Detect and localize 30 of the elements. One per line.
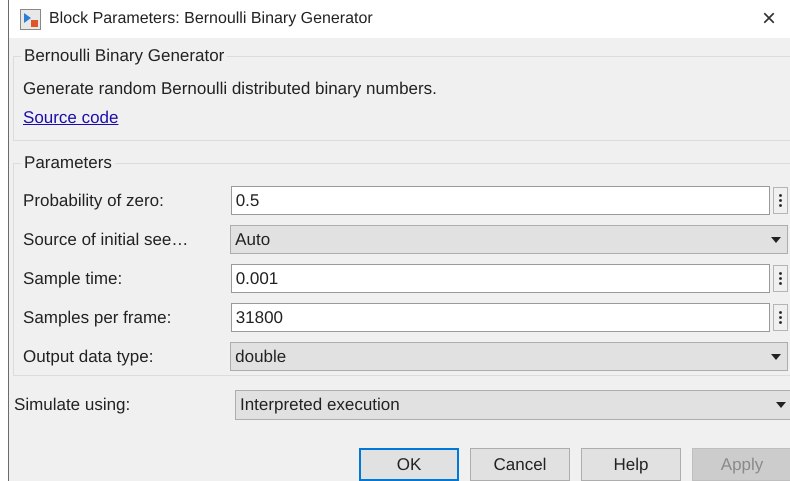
close-button[interactable]: ×	[752, 4, 786, 34]
field-label: Sample time:	[23, 268, 124, 290]
ellipsis-icon	[779, 311, 782, 324]
more-button[interactable]	[773, 265, 788, 292]
dialog-button[interactable]: Help	[581, 448, 681, 481]
caret-icon	[771, 354, 781, 360]
caret-icon	[776, 402, 786, 408]
field-label: Source of initial see…	[23, 228, 190, 251]
input-field[interactable]: 0.001	[230, 264, 770, 293]
source-code-link[interactable]: Source code	[23, 107, 118, 129]
field-label: Probability of zero:	[23, 190, 165, 212]
dialog-button[interactable]: OK	[359, 448, 459, 481]
field-label: Simulate using:	[14, 394, 132, 416]
field-label: Output data type:	[23, 346, 154, 368]
window-title: Block Parameters: Bernoulli Binary Generator	[49, 9, 373, 29]
dropdown[interactable]: Auto	[230, 225, 788, 254]
caret-icon	[771, 236, 781, 242]
dropdown[interactable]: Interpreted execution	[235, 390, 790, 420]
ellipsis-icon	[779, 272, 782, 285]
description-text: Generate random Bernoulli distributed binary numbers.	[23, 78, 438, 100]
dropdown[interactable]: double	[230, 342, 788, 371]
more-button[interactable]	[773, 304, 788, 331]
dialog-button[interactable]: Cancel	[470, 448, 570, 481]
app-icon	[20, 8, 41, 30]
input-field[interactable]: 0.5	[230, 186, 770, 215]
field-label: Samples per frame:	[23, 306, 172, 329]
more-button[interactable]	[773, 187, 788, 214]
ellipsis-icon	[779, 194, 782, 207]
input-field[interactable]: 31800	[230, 303, 770, 332]
group-title: Bernoulli Binary Generator	[21, 46, 228, 66]
